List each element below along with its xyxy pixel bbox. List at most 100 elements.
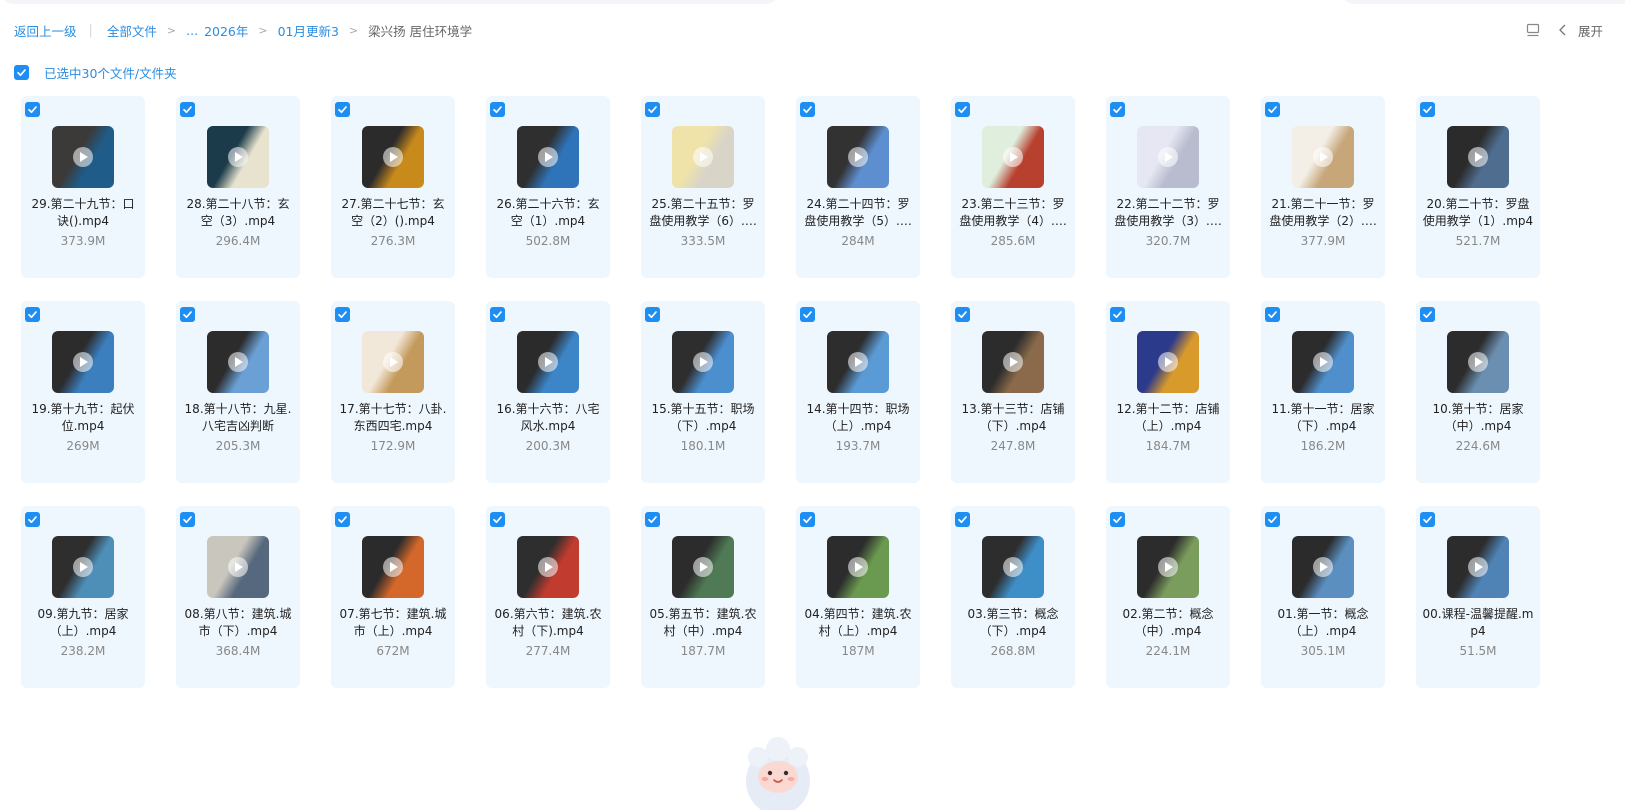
video-thumbnail[interactable] [207, 331, 269, 393]
video-thumbnail[interactable] [1292, 126, 1354, 188]
file-name[interactable]: 25.第二十五节：罗盘使用教学（6）.mp4 [647, 196, 759, 230]
file-checkbox[interactable] [1420, 512, 1435, 527]
video-thumbnail[interactable] [1447, 331, 1509, 393]
file-name[interactable]: 00.课程-温馨提醒.mp4 [1422, 606, 1534, 640]
file-name[interactable]: 15.第十五节：职场（下）.mp4 [647, 401, 759, 435]
file-checkbox[interactable] [955, 512, 970, 527]
video-thumbnail[interactable] [982, 536, 1044, 598]
video-thumbnail[interactable] [827, 126, 889, 188]
file-card[interactable]: 22.第二十二节：罗盘使用教学（3）.mp4 320.7M [1106, 96, 1230, 278]
video-thumbnail[interactable] [1447, 126, 1509, 188]
file-card[interactable]: 10.第十节：居家（中）.mp4 224.6M [1416, 301, 1540, 483]
video-thumbnail[interactable] [672, 331, 734, 393]
file-card[interactable]: 09.第九节：居家（上）.mp4 238.2M [21, 506, 145, 688]
file-name[interactable]: 05.第五节：建筑.农村（中）.mp4 [647, 606, 759, 640]
file-name[interactable]: 11.第十一节：居家（下）.mp4 [1267, 401, 1379, 435]
file-name[interactable]: 01.第一节：概念（上）.mp4 [1267, 606, 1379, 640]
file-card[interactable]: 29.第二十九节：口诀().mp4 373.9M [21, 96, 145, 278]
panel-icon[interactable] [1526, 23, 1540, 37]
file-name[interactable]: 10.第十节：居家（中）.mp4 [1422, 401, 1534, 435]
video-thumbnail[interactable] [1137, 331, 1199, 393]
file-name[interactable]: 16.第十六节：八宅风水.mp4 [492, 401, 604, 435]
video-thumbnail[interactable] [517, 126, 579, 188]
file-name[interactable]: 24.第二十四节：罗盘使用教学（5）.mp4 [802, 196, 914, 230]
file-checkbox[interactable] [1420, 307, 1435, 322]
video-thumbnail[interactable] [362, 331, 424, 393]
file-checkbox[interactable] [955, 307, 970, 322]
file-checkbox[interactable] [1110, 102, 1125, 117]
file-checkbox[interactable] [180, 512, 195, 527]
back-link[interactable]: 返回上一级 [14, 21, 77, 40]
file-checkbox[interactable] [490, 512, 505, 527]
file-name[interactable]: 28.第二十八节：玄空（3）.mp4 [182, 196, 294, 230]
video-thumbnail[interactable] [52, 126, 114, 188]
file-card[interactable]: 02.第二节：概念（中）.mp4 224.1M [1106, 506, 1230, 688]
breadcrumb-month[interactable]: 01月更新3 [278, 21, 339, 40]
file-card[interactable]: 07.第七节：建筑.城市（上）.mp4 672M [331, 506, 455, 688]
video-thumbnail[interactable] [1447, 536, 1509, 598]
file-name[interactable]: 07.第七节：建筑.城市（上）.mp4 [337, 606, 449, 640]
breadcrumb-ellipsis[interactable]: ... [186, 23, 198, 38]
video-thumbnail[interactable] [52, 331, 114, 393]
file-checkbox[interactable] [645, 512, 660, 527]
file-card[interactable]: 27.第二十七节：玄空（2）().mp4 276.3M [331, 96, 455, 278]
file-checkbox[interactable] [335, 307, 350, 322]
file-name[interactable]: 03.第三节：概念（下）.mp4 [957, 606, 1069, 640]
file-checkbox[interactable] [800, 307, 815, 322]
file-name[interactable]: 12.第十二节：店铺（上）.mp4 [1112, 401, 1224, 435]
file-card[interactable]: 21.第二十一节：罗盘使用教学（2）.mp4 377.9M [1261, 96, 1385, 278]
file-checkbox[interactable] [1265, 102, 1280, 117]
mascot-icon[interactable] [746, 737, 810, 810]
file-name[interactable]: 09.第九节：居家（上）.mp4 [27, 606, 139, 640]
file-name[interactable]: 06.第六节：建筑.农村（下).mp4 [492, 606, 604, 640]
video-thumbnail[interactable] [362, 126, 424, 188]
video-thumbnail[interactable] [672, 126, 734, 188]
file-name[interactable]: 08.第八节：建筑.城市（下）.mp4 [182, 606, 294, 640]
file-card[interactable]: 18.第十八节：九星.八宅吉凶判断 205.3M [176, 301, 300, 483]
file-checkbox[interactable] [1420, 102, 1435, 117]
video-thumbnail[interactable] [207, 536, 269, 598]
video-thumbnail[interactable] [1137, 126, 1199, 188]
file-card[interactable]: 14.第十四节：职场（上）.mp4 193.7M [796, 301, 920, 483]
file-checkbox[interactable] [180, 102, 195, 117]
file-checkbox[interactable] [335, 102, 350, 117]
file-card[interactable]: 03.第三节：概念（下）.mp4 268.8M [951, 506, 1075, 688]
file-checkbox[interactable] [645, 102, 660, 117]
file-card[interactable]: 11.第十一节：居家（下）.mp4 186.2M [1261, 301, 1385, 483]
file-card[interactable]: 12.第十二节：店铺（上）.mp4 184.7M [1106, 301, 1230, 483]
video-thumbnail[interactable] [827, 331, 889, 393]
file-card[interactable]: 04.第四节：建筑.农村（上）.mp4 187M [796, 506, 920, 688]
file-card[interactable]: 28.第二十八节：玄空（3）.mp4 296.4M [176, 96, 300, 278]
file-card[interactable]: 26.第二十六节：玄空（1）.mp4 502.8M [486, 96, 610, 278]
file-checkbox[interactable] [1265, 307, 1280, 322]
video-thumbnail[interactable] [827, 536, 889, 598]
file-checkbox[interactable] [25, 512, 40, 527]
video-thumbnail[interactable] [517, 536, 579, 598]
file-card[interactable]: 24.第二十四节：罗盘使用教学（5）.mp4 284M [796, 96, 920, 278]
video-thumbnail[interactable] [207, 126, 269, 188]
video-thumbnail[interactable] [362, 536, 424, 598]
file-name[interactable]: 14.第十四节：职场（上）.mp4 [802, 401, 914, 435]
file-card[interactable]: 20.第二十节：罗盘使用教学（1）.mp4 521.7M [1416, 96, 1540, 278]
file-name[interactable]: 02.第二节：概念（中）.mp4 [1112, 606, 1224, 640]
file-checkbox[interactable] [1110, 512, 1125, 527]
file-name[interactable]: 22.第二十二节：罗盘使用教学（3）.mp4 [1112, 196, 1224, 230]
file-checkbox[interactable] [25, 307, 40, 322]
file-name[interactable]: 20.第二十节：罗盘使用教学（1）.mp4 [1422, 196, 1534, 230]
expand-button[interactable]: 展开 [1578, 21, 1603, 40]
file-checkbox[interactable] [955, 102, 970, 117]
file-card[interactable]: 01.第一节：概念（上）.mp4 305.1M [1261, 506, 1385, 688]
file-card[interactable]: 08.第八节：建筑.城市（下）.mp4 368.4M [176, 506, 300, 688]
video-thumbnail[interactable] [982, 331, 1044, 393]
file-card[interactable]: 19.第十九节：起伏位.mp4 269M [21, 301, 145, 483]
file-name[interactable]: 29.第二十九节：口诀().mp4 [27, 196, 139, 230]
file-checkbox[interactable] [490, 307, 505, 322]
file-checkbox[interactable] [800, 512, 815, 527]
file-name[interactable]: 17.第十七节：八卦.东西四宅.mp4 [337, 401, 449, 435]
select-all-checkbox[interactable] [14, 64, 29, 80]
file-card[interactable]: 17.第十七节：八卦.东西四宅.mp4 172.9M [331, 301, 455, 483]
video-thumbnail[interactable] [1292, 536, 1354, 598]
file-checkbox[interactable] [1110, 307, 1125, 322]
file-card[interactable]: 13.第十三节：店铺（下）.mp4 247.8M [951, 301, 1075, 483]
file-card[interactable]: 23.第二十三节：罗盘使用教学（4）.mp4 285.6M [951, 96, 1075, 278]
